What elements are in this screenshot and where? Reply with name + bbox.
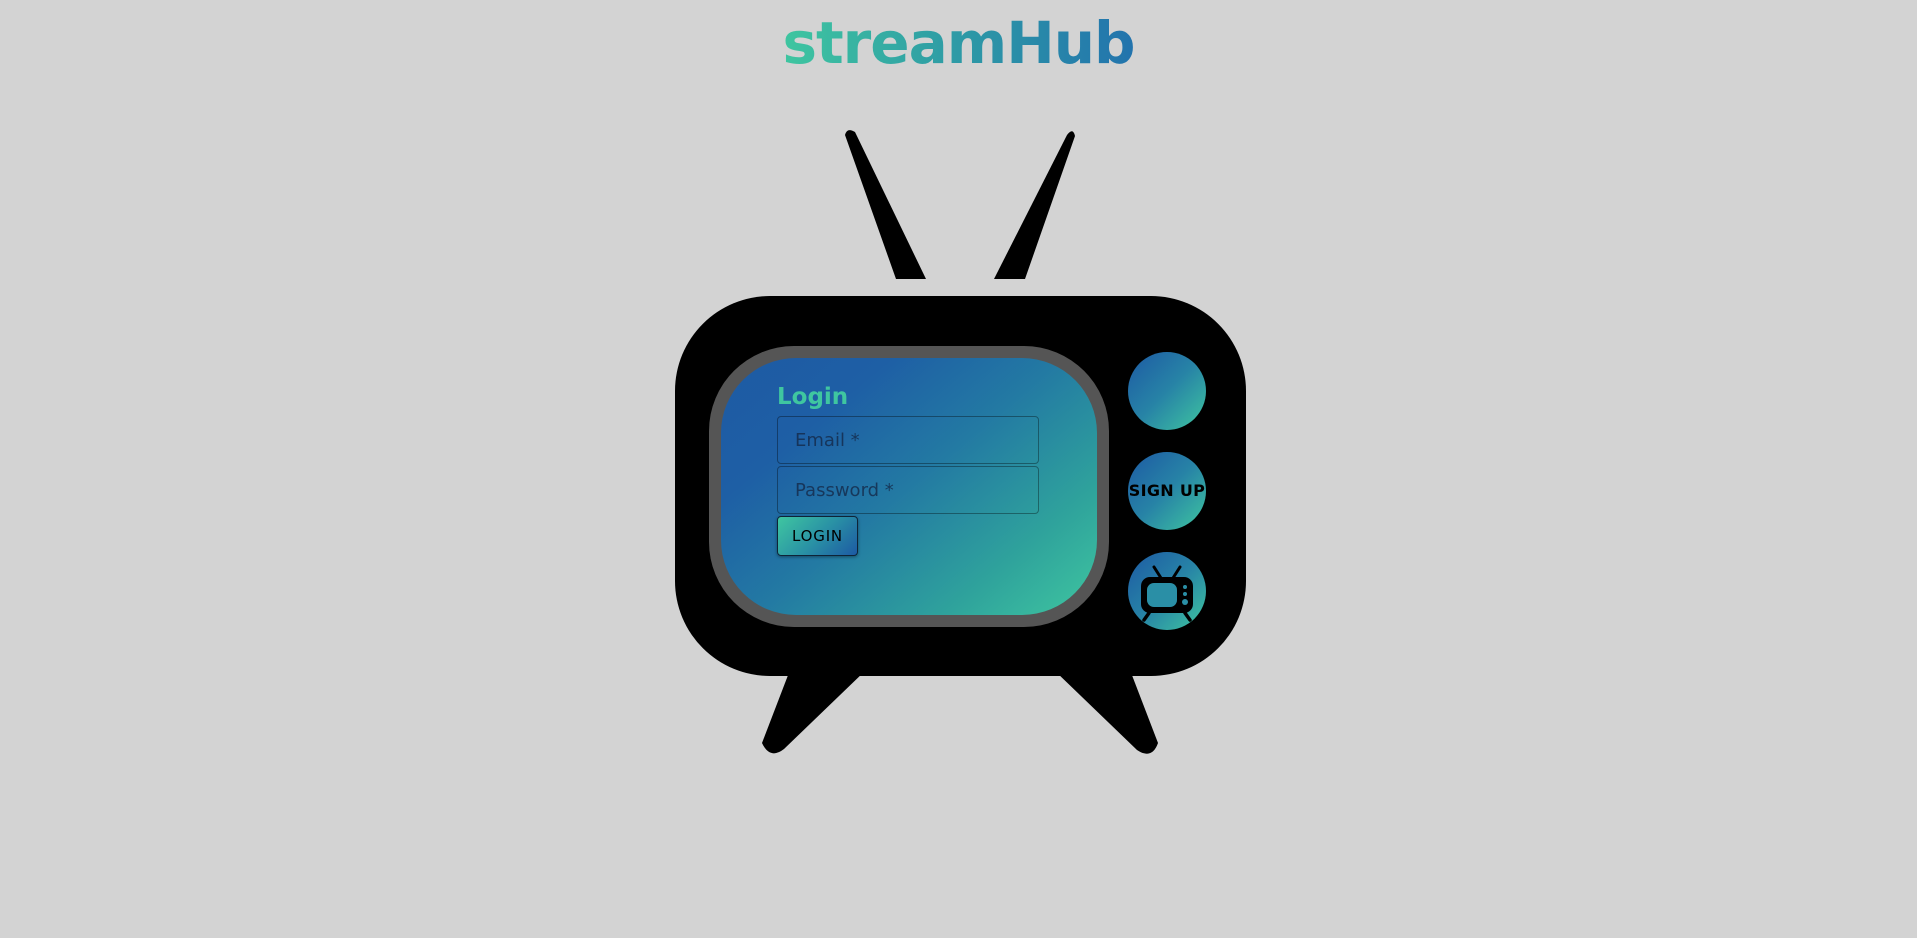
tv-icon	[1141, 565, 1193, 622]
tv-home-button[interactable]	[1128, 552, 1206, 630]
left-antenna	[845, 130, 926, 279]
right-antenna	[994, 131, 1075, 279]
tv-antennas	[845, 130, 1075, 279]
tv-legs	[762, 670, 1158, 754]
signup-button[interactable]: SIGN UP	[1128, 452, 1206, 530]
login-title: Login	[777, 384, 849, 410]
email-field[interactable]	[777, 416, 1039, 464]
login-page: streamHub Login LOGIN SIGN UP	[0, 0, 1917, 938]
left-leg	[762, 670, 866, 754]
tv-knob-button[interactable]	[1128, 352, 1206, 430]
login-button[interactable]: LOGIN	[777, 516, 858, 556]
password-field[interactable]	[777, 466, 1039, 514]
right-leg	[1054, 670, 1158, 754]
